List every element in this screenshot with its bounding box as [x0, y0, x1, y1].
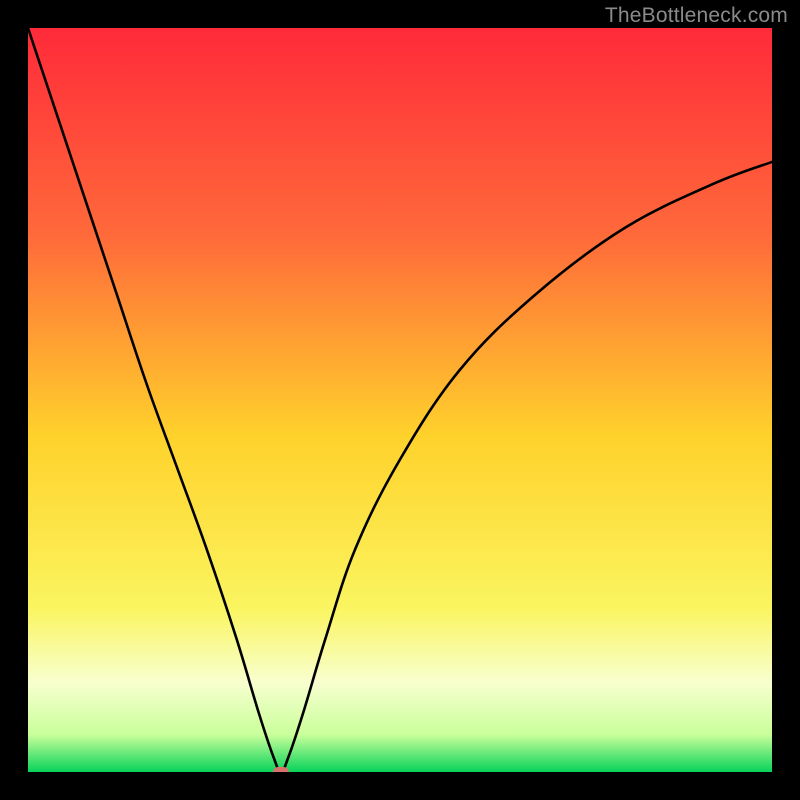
bottleneck-curve — [28, 28, 772, 772]
plot-area — [28, 28, 772, 772]
chart-frame: TheBottleneck.com — [0, 0, 800, 800]
notch-marker — [273, 767, 289, 772]
watermark-text: TheBottleneck.com — [605, 4, 788, 28]
